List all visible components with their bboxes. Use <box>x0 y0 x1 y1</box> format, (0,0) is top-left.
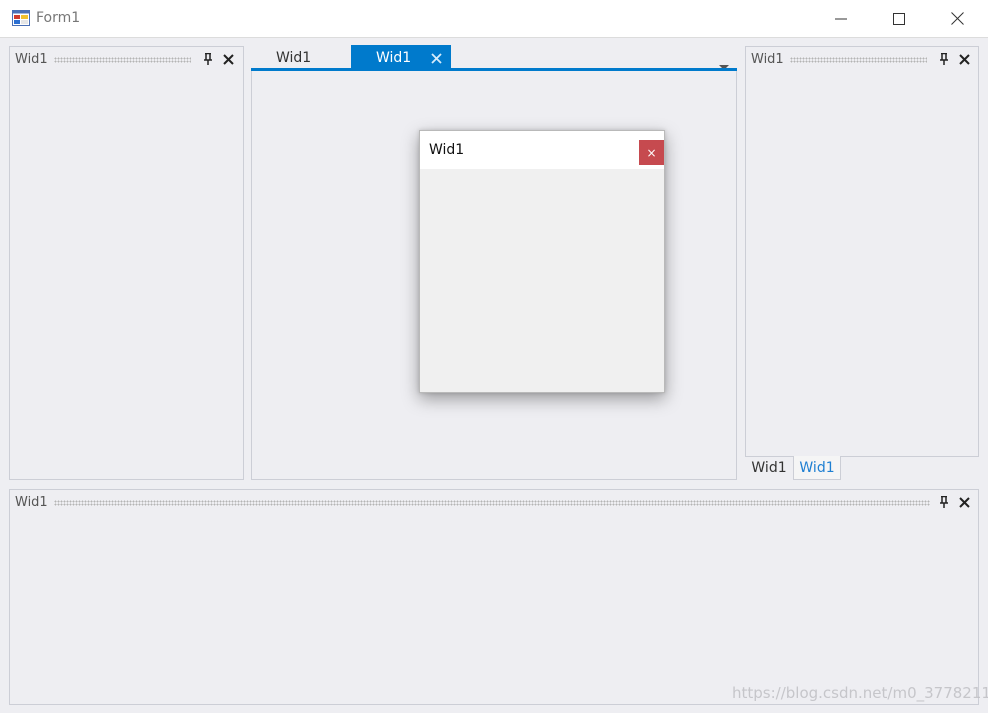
right-panel-grip[interactable] <box>790 57 927 63</box>
floating-window-title: Wid1 <box>429 142 465 158</box>
left-dock-panel: Wid1 <box>9 46 244 480</box>
window-titlebar[interactable]: Form1 <box>0 0 988 38</box>
bottom-panel-title: Wid1 <box>15 495 48 510</box>
right-tab-label: Wid1 <box>799 459 835 476</box>
doc-tab-active[interactable]: Wid1 <box>351 45 451 70</box>
doc-tab-label: Wid1 <box>276 49 312 66</box>
right-panel-tab-first[interactable]: Wid1 <box>745 456 793 480</box>
right-panel-caption[interactable]: Wid1 <box>746 47 978 71</box>
minimize-button[interactable] <box>812 0 870 38</box>
watermark-text: https://blog.csdn.net/m0_37782115 <box>732 684 988 702</box>
minimize-icon <box>835 10 847 29</box>
bottom-panel-caption[interactable]: Wid1 <box>10 490 978 514</box>
close-icon: × <box>646 145 657 160</box>
close-icon <box>950 10 964 29</box>
pin-icon[interactable] <box>200 51 216 67</box>
close-icon[interactable] <box>220 51 236 67</box>
bottom-dock-panel: Wid1 <box>9 489 979 705</box>
form-app-icon <box>12 10 30 26</box>
window-close-button[interactable] <box>928 0 986 38</box>
right-panel-title: Wid1 <box>751 52 784 67</box>
close-icon[interactable] <box>431 52 442 68</box>
maximize-icon <box>893 10 905 29</box>
right-tab-label: Wid1 <box>751 460 787 476</box>
doc-tab-first[interactable]: Wid1 <box>251 45 351 70</box>
close-icon[interactable] <box>956 51 972 67</box>
pin-icon[interactable] <box>936 51 952 67</box>
right-dock-panel: Wid1 <box>745 46 979 457</box>
doc-tab-label: Wid1 <box>376 49 412 66</box>
right-panel-tab-active[interactable]: Wid1 <box>793 456 841 480</box>
left-panel-grip[interactable] <box>54 57 191 63</box>
pin-icon[interactable] <box>936 494 952 510</box>
floating-window[interactable]: Wid1 × <box>419 130 665 393</box>
dropdown-arrow-icon[interactable] <box>718 56 730 70</box>
left-panel-caption[interactable]: Wid1 <box>10 47 243 71</box>
maximize-button[interactable] <box>870 0 928 38</box>
floating-window-header[interactable]: Wid1 × <box>420 131 664 169</box>
close-icon[interactable] <box>956 494 972 510</box>
window-title: Form1 <box>36 10 81 26</box>
floating-close-button[interactable]: × <box>639 140 664 165</box>
left-panel-title: Wid1 <box>15 52 48 67</box>
bottom-panel-grip[interactable] <box>54 500 930 506</box>
